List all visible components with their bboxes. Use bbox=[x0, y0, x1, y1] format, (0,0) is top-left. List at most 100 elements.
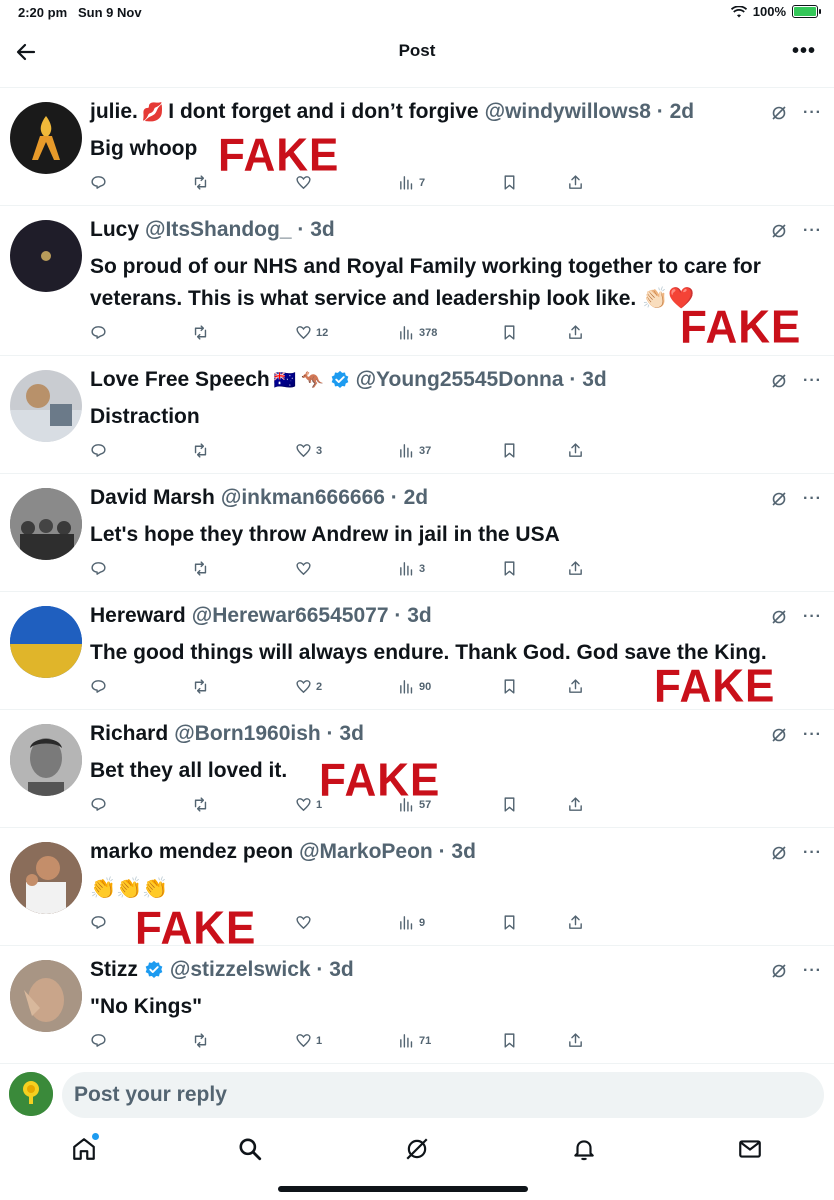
author-name[interactable]: Hereward bbox=[90, 604, 186, 628]
reply-item[interactable]: Lucy @ItsShandog_ · 3d ··· So proud of o… bbox=[0, 206, 834, 356]
bookmark-button[interactable] bbox=[501, 914, 518, 931]
bookmark-button[interactable] bbox=[501, 442, 518, 459]
like-button[interactable] bbox=[295, 560, 316, 577]
bookmark-button[interactable] bbox=[501, 174, 518, 191]
more-icon[interactable]: ··· bbox=[803, 490, 822, 508]
avatar[interactable] bbox=[10, 606, 82, 678]
share-button[interactable] bbox=[567, 914, 584, 931]
reply-button[interactable] bbox=[90, 560, 111, 577]
like-button[interactable] bbox=[295, 914, 316, 931]
reply-item[interactable]: Richard @Born1960ish · 3d ··· Bet they a… bbox=[0, 710, 834, 828]
reply-item[interactable]: Stizz @stizzelswick · 3d ··· "No Kings" … bbox=[0, 946, 834, 1064]
repost-button[interactable] bbox=[192, 442, 213, 459]
grok-icon[interactable] bbox=[771, 373, 787, 389]
author-handle[interactable]: @ItsShandog_ · 3d bbox=[145, 218, 335, 242]
user-avatar[interactable] bbox=[9, 1072, 53, 1116]
more-icon[interactable]: ··· bbox=[803, 372, 822, 390]
like-button[interactable]: 2 bbox=[295, 678, 322, 695]
grok-icon[interactable] bbox=[771, 223, 787, 239]
author-name[interactable]: Love Free Speech bbox=[90, 368, 270, 392]
avatar[interactable] bbox=[10, 724, 82, 796]
like-button[interactable]: 1 bbox=[295, 796, 322, 813]
repost-button[interactable] bbox=[192, 174, 213, 191]
repost-button[interactable] bbox=[192, 796, 213, 813]
reply-input[interactable] bbox=[62, 1072, 824, 1118]
tab-messages[interactable] bbox=[737, 1136, 763, 1162]
more-icon[interactable]: ··· bbox=[803, 844, 822, 862]
views-button[interactable]: 71 bbox=[398, 1032, 431, 1049]
grok-icon[interactable] bbox=[771, 609, 787, 625]
avatar[interactable] bbox=[10, 488, 82, 560]
author-name[interactable]: Stizz bbox=[90, 958, 138, 982]
grok-icon[interactable] bbox=[771, 727, 787, 743]
reply-item[interactable]: David Marsh @inkman666666 · 2d ··· Let's… bbox=[0, 474, 834, 592]
views-button[interactable]: 90 bbox=[398, 678, 431, 695]
tab-search[interactable] bbox=[237, 1136, 263, 1162]
repost-button[interactable] bbox=[192, 1032, 213, 1049]
repost-button[interactable] bbox=[192, 324, 213, 341]
avatar[interactable] bbox=[10, 102, 82, 174]
home-indicator[interactable] bbox=[278, 1186, 528, 1192]
author-handle[interactable]: @windywillows8 · 2d bbox=[485, 100, 695, 124]
bookmark-button[interactable] bbox=[501, 1032, 518, 1049]
author-name[interactable]: julie. bbox=[90, 100, 138, 124]
more-icon[interactable]: ··· bbox=[803, 726, 822, 744]
share-button[interactable] bbox=[567, 442, 584, 459]
avatar[interactable] bbox=[10, 960, 82, 1032]
reply-button[interactable] bbox=[90, 796, 111, 813]
reply-button[interactable] bbox=[90, 678, 111, 695]
views-button[interactable]: 3 bbox=[398, 560, 425, 577]
share-button[interactable] bbox=[567, 796, 584, 813]
author-handle[interactable]: @Born1960ish · 3d bbox=[174, 722, 364, 746]
reply-button[interactable] bbox=[90, 1032, 111, 1049]
tab-home[interactable] bbox=[71, 1133, 99, 1162]
like-button[interactable]: 1 bbox=[295, 1032, 322, 1049]
share-button[interactable] bbox=[567, 324, 584, 341]
avatar[interactable] bbox=[10, 370, 82, 442]
share-button[interactable] bbox=[567, 678, 584, 695]
author-handle[interactable]: @Herewar66545077 · 3d bbox=[192, 604, 432, 628]
author-handle[interactable]: @MarkoPeon · 3d bbox=[299, 840, 476, 864]
views-button[interactable]: 57 bbox=[398, 796, 431, 813]
reply-item[interactable]: Love Free Speech 🇦🇺 🦘 @Young25545Donna ·… bbox=[0, 356, 834, 474]
reply-button[interactable] bbox=[90, 914, 111, 931]
more-icon[interactable]: ··· bbox=[803, 104, 822, 122]
author-handle[interactable]: @stizzelswick · 3d bbox=[170, 958, 354, 982]
share-button[interactable] bbox=[567, 174, 584, 191]
grok-icon[interactable] bbox=[771, 963, 787, 979]
avatar[interactable] bbox=[10, 842, 82, 914]
views-button[interactable]: 37 bbox=[398, 442, 431, 459]
grok-icon[interactable] bbox=[771, 491, 787, 507]
repost-button[interactable] bbox=[192, 560, 213, 577]
views-button[interactable]: 9 bbox=[398, 914, 425, 931]
grok-icon[interactable] bbox=[771, 845, 787, 861]
reply-item[interactable]: julie. 💋 I dont forget and i don’t forgi… bbox=[0, 88, 834, 206]
repost-button[interactable] bbox=[192, 678, 213, 695]
reply-item[interactable]: marko mendez peon @MarkoPeon · 3d ··· 👏👏… bbox=[0, 828, 834, 952]
more-icon[interactable]: ··· bbox=[803, 962, 822, 980]
author-handle[interactable]: @inkman666666 · 2d bbox=[221, 486, 428, 510]
like-button[interactable] bbox=[295, 174, 316, 191]
reply-item[interactable]: Hereward @Herewar66545077 · 3d ··· The g… bbox=[0, 592, 834, 710]
bookmark-button[interactable] bbox=[501, 678, 518, 695]
bookmark-button[interactable] bbox=[501, 324, 518, 341]
bookmark-button[interactable] bbox=[501, 560, 518, 577]
author-handle[interactable]: @Young25545Donna · 3d bbox=[356, 368, 607, 392]
reply-button[interactable] bbox=[90, 324, 111, 341]
share-button[interactable] bbox=[567, 560, 584, 577]
reply-button[interactable] bbox=[90, 174, 111, 191]
views-button[interactable]: 378 bbox=[398, 324, 437, 341]
author-name[interactable]: David Marsh bbox=[90, 486, 215, 510]
avatar[interactable] bbox=[10, 220, 82, 292]
more-icon[interactable]: ··· bbox=[803, 222, 822, 240]
share-button[interactable] bbox=[567, 1032, 584, 1049]
like-button[interactable]: 3 bbox=[295, 442, 322, 459]
grok-icon[interactable] bbox=[771, 105, 787, 121]
author-name[interactable]: marko mendez peon bbox=[90, 840, 293, 864]
tab-grok[interactable] bbox=[404, 1136, 430, 1162]
bookmark-button[interactable] bbox=[501, 796, 518, 813]
more-icon[interactable]: ··· bbox=[803, 608, 822, 626]
views-button[interactable]: 7 bbox=[398, 174, 425, 191]
more-options-icon[interactable]: ••• bbox=[792, 41, 816, 61]
tab-notifications[interactable] bbox=[571, 1136, 597, 1162]
